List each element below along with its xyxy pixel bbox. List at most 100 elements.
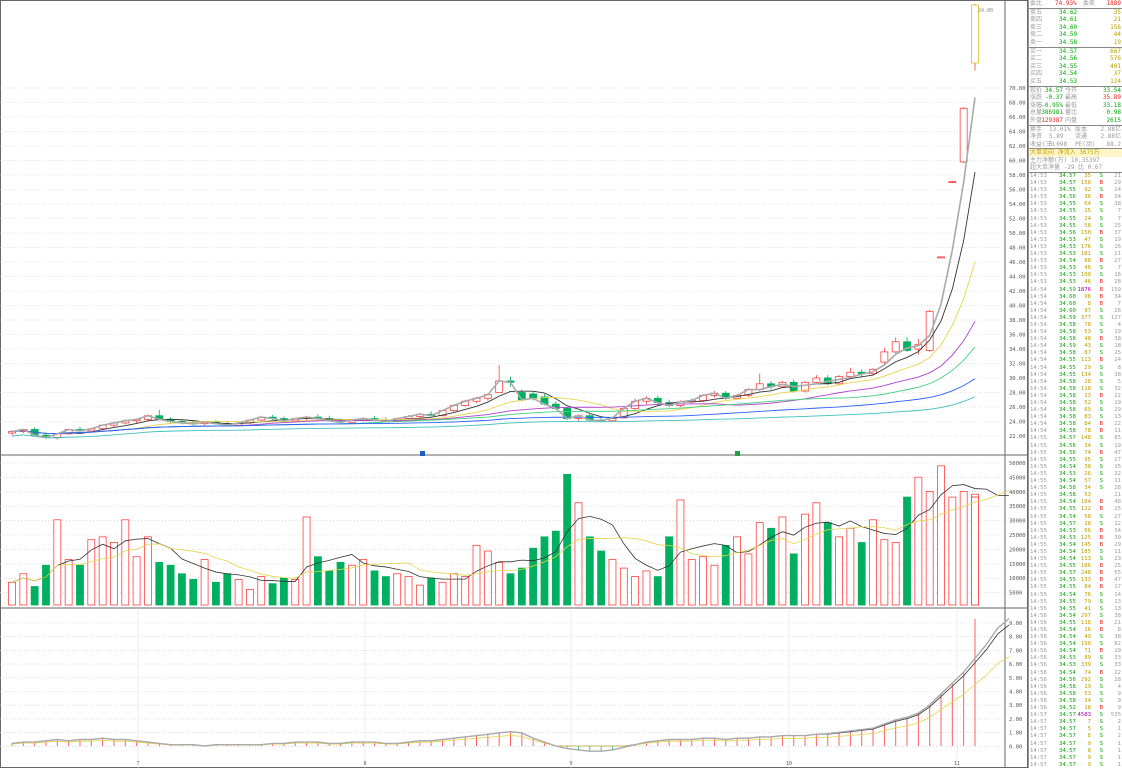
volume-bar[interactable] — [721, 544, 730, 606]
volume-bar[interactable] — [155, 562, 164, 606]
volume-bar[interactable] — [483, 550, 492, 606]
volume-bar[interactable] — [76, 564, 84, 606]
tick-count: 22 — [1114, 669, 1121, 676]
volume-bar[interactable] — [891, 542, 900, 606]
volume-bar[interactable] — [42, 564, 50, 606]
volume-bar[interactable] — [53, 519, 62, 606]
volume-bar[interactable] — [166, 564, 175, 606]
volume-bar[interactable] — [325, 570, 334, 606]
volume-bar[interactable] — [506, 573, 515, 606]
tick-row: 14:54 34.55 29 S 8 — [1029, 365, 1122, 372]
price-axis-label: 48.00 — [1009, 246, 1026, 252]
volume-bar[interactable] — [200, 559, 209, 606]
volume-bar[interactable] — [234, 579, 243, 606]
volume-bar[interactable] — [144, 536, 152, 606]
volume-bar[interactable] — [178, 573, 186, 606]
volume-bar[interactable] — [291, 579, 300, 606]
candle-body[interactable] — [959, 107, 968, 163]
volume-bar[interactable] — [846, 527, 855, 606]
event-marker-icon[interactable] — [735, 451, 740, 456]
volume-bar[interactable] — [733, 536, 741, 606]
volume-bar[interactable] — [280, 577, 288, 606]
volume-bar[interactable] — [823, 522, 832, 606]
fund-flow-banner[interactable]: 大单流向 净流入 3675万 — [1029, 148, 1122, 157]
volume-bar[interactable] — [30, 586, 39, 606]
volume-bar[interactable] — [268, 583, 277, 606]
volume-bar[interactable] — [948, 496, 957, 606]
sell-orders: 卖五 34.62 35 卖四 34.61 21 卖三 34.60 156 卖二 34.59 44 卖一 3… — [1029, 7, 1122, 47]
volume-bar[interactable] — [857, 542, 866, 606]
volume-bar[interactable] — [687, 559, 696, 606]
volume-bar[interactable] — [903, 496, 911, 606]
volume-bar[interactable] — [665, 536, 674, 606]
volume-bar[interactable] — [370, 570, 379, 606]
volume-bar[interactable] — [755, 522, 764, 606]
volume-bar[interactable] — [393, 573, 402, 606]
candle-body[interactable] — [948, 181, 957, 183]
event-marker-icon[interactable] — [420, 451, 425, 456]
volume-bar[interactable] — [653, 576, 662, 606]
volume-bar[interactable] — [608, 559, 617, 606]
volume-bar[interactable] — [302, 516, 311, 606]
volume-bar[interactable] — [563, 473, 572, 606]
tick-price: 34.58 — [1059, 392, 1076, 399]
volume-bar[interactable] — [835, 536, 843, 606]
volume-bar[interactable] — [495, 562, 504, 606]
kline-chart[interactable]: 70.00 68.00 66.00 64.00 62.00 60.00 58.00 56.00… — [0, 0, 1028, 768]
volume-bar[interactable] — [529, 547, 538, 606]
volume-bar[interactable] — [937, 465, 945, 606]
volume-bar[interactable] — [869, 519, 877, 606]
candle-body[interactable] — [846, 371, 855, 377]
volume-bar[interactable] — [619, 567, 628, 606]
volume-bar[interactable] — [438, 581, 447, 606]
volume-bar[interactable] — [699, 556, 707, 606]
volume-bar[interactable] — [925, 490, 934, 606]
volume-bar[interactable] — [551, 530, 560, 606]
volume-bar[interactable] — [461, 576, 470, 606]
candle-body[interactable] — [880, 351, 889, 363]
candle-body[interactable] — [812, 377, 821, 383]
candle-body[interactable] — [891, 341, 900, 353]
tick-list[interactable]: 14:53 34.57 35 S 21 14:53 34.57 158 B 29 14:53 34.5… — [1029, 172, 1122, 768]
volume-bar[interactable] — [585, 536, 594, 606]
volume-bar[interactable] — [778, 516, 787, 606]
volume-bar[interactable] — [110, 542, 118, 606]
tick-time: 14:56 — [1030, 705, 1047, 712]
volume-bar[interactable] — [472, 544, 481, 606]
volume-bar[interactable] — [540, 536, 549, 606]
volume-bar[interactable] — [359, 559, 368, 606]
volume-bar[interactable] — [789, 553, 798, 606]
volume-bar[interactable] — [812, 502, 821, 606]
volume-bar[interactable] — [801, 513, 809, 606]
volume-bar[interactable] — [121, 519, 130, 606]
volume-bar[interactable] — [64, 559, 73, 606]
volume-bar[interactable] — [880, 539, 889, 606]
volume-bar[interactable] — [449, 573, 458, 606]
candle-body[interactable] — [937, 256, 945, 259]
volume-bar[interactable] — [597, 550, 606, 606]
volume-bar[interactable] — [642, 570, 651, 606]
volume-bar[interactable] — [347, 564, 356, 606]
volume-bar[interactable] — [631, 576, 640, 606]
volume-bar[interactable] — [959, 490, 968, 606]
candle-body[interactable] — [971, 4, 979, 64]
volume-bar[interactable] — [971, 496, 979, 606]
volume-bar[interactable] — [246, 588, 254, 606]
volume-bar[interactable] — [189, 579, 198, 606]
volume-bar[interactable] — [223, 573, 232, 606]
volume-bar[interactable] — [212, 581, 220, 606]
volume-bar[interactable] — [8, 581, 16, 606]
volume-bar[interactable] — [381, 576, 390, 606]
volume-bar[interactable] — [914, 476, 923, 606]
kline-chart-area[interactable]: 70.00 68.00 66.00 64.00 62.00 60.00 58.00 56.00… — [0, 0, 1028, 768]
tick-count: 5 — [1117, 378, 1121, 385]
volume-bar[interactable] — [132, 556, 141, 606]
volume-bar[interactable] — [710, 564, 719, 606]
volume-bar[interactable] — [415, 584, 424, 606]
volume-bar[interactable] — [257, 576, 266, 606]
volume-bar[interactable] — [427, 577, 436, 606]
volume-bar[interactable] — [98, 536, 107, 606]
volume-bar[interactable] — [404, 576, 413, 606]
volume-bar[interactable] — [744, 553, 753, 606]
volume-bar[interactable] — [517, 567, 526, 606]
